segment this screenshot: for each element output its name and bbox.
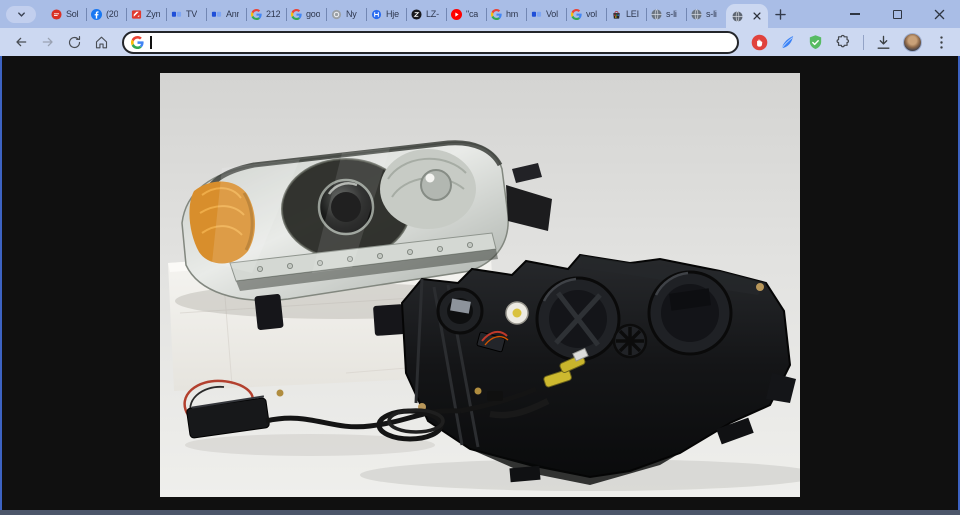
browser-tab[interactable]: TV bbox=[166, 0, 206, 28]
toolbar-divider bbox=[863, 34, 864, 50]
forward-arrow-icon bbox=[42, 37, 53, 47]
shield-check-extension-button[interactable] bbox=[807, 34, 824, 51]
back-arrow-icon bbox=[15, 37, 26, 47]
google-icon bbox=[571, 8, 582, 20]
hand-stop-extension-button[interactable] bbox=[751, 34, 768, 51]
blue-squares-icon bbox=[211, 9, 222, 20]
google-icon bbox=[291, 8, 302, 20]
reload-button[interactable] bbox=[62, 30, 87, 55]
home-icon bbox=[95, 36, 108, 48]
red-flag-icon bbox=[131, 9, 142, 20]
globe-icon bbox=[691, 8, 702, 20]
browser-tab[interactable]: hm bbox=[486, 0, 526, 28]
tab-title: Ny bbox=[346, 9, 357, 19]
kebab-menu-button[interactable] bbox=[933, 34, 950, 51]
tab-title: s-li bbox=[666, 9, 677, 19]
home-button[interactable] bbox=[89, 30, 114, 55]
plus-icon bbox=[774, 8, 786, 20]
tab-title: Hje bbox=[386, 9, 399, 19]
close-window-button[interactable] bbox=[918, 0, 960, 28]
download-button[interactable] bbox=[875, 34, 892, 51]
blue-squares-icon bbox=[531, 9, 542, 20]
browser-tab[interactable]: (20 bbox=[86, 0, 126, 28]
google-g-icon bbox=[131, 35, 144, 49]
close-icon bbox=[934, 9, 944, 19]
youtube-icon bbox=[451, 8, 462, 20]
browser-window: Sol (20 Zyn TV Anr 212 goo Ny Hje LZ- "c… bbox=[0, 0, 960, 515]
red-badge-icon bbox=[51, 8, 62, 20]
tab-title: Zyn bbox=[146, 9, 161, 19]
browser-tab[interactable]: vol bbox=[566, 0, 606, 28]
window-bottom-edge bbox=[0, 510, 960, 515]
facebook-icon bbox=[91, 8, 102, 20]
tab-title: LZ- bbox=[426, 9, 439, 19]
browser-tab[interactable]: Sol bbox=[46, 0, 86, 28]
tab-title: vol bbox=[586, 9, 597, 19]
browser-tab[interactable]: Anr bbox=[206, 0, 246, 28]
profile-avatar[interactable] bbox=[903, 32, 922, 52]
browser-tab[interactable]: "ca bbox=[446, 0, 486, 28]
tab-title: TV bbox=[186, 9, 198, 19]
product-photo-image bbox=[160, 73, 800, 497]
tab-close-icon[interactable] bbox=[752, 11, 762, 21]
browser-tab[interactable]: s-li bbox=[686, 0, 726, 28]
maximize-icon bbox=[892, 9, 902, 19]
tab-search-button[interactable] bbox=[6, 5, 36, 23]
tab-title: (20 bbox=[106, 9, 119, 19]
tabs: Sol (20 Zyn TV Anr 212 goo Ny Hje LZ- "c… bbox=[46, 0, 768, 28]
feather-extension-button[interactable] bbox=[779, 34, 796, 51]
toolbar-right bbox=[751, 32, 952, 52]
browser-tab[interactable]: Vol bbox=[526, 0, 566, 28]
tab-title: 212 bbox=[266, 9, 281, 19]
puzzle-extensions-button[interactable] bbox=[835, 34, 852, 51]
forward-button[interactable] bbox=[35, 30, 60, 55]
maximize-button[interactable] bbox=[876, 0, 918, 28]
tab-title: LEI bbox=[626, 9, 639, 19]
minimize-button[interactable] bbox=[834, 0, 876, 28]
shopping-bag-icon bbox=[611, 9, 622, 20]
chevron-down-icon bbox=[17, 11, 25, 17]
tab-title: Vol bbox=[546, 9, 558, 19]
browser-tab[interactable]: Ny bbox=[326, 0, 366, 28]
browser-tab[interactable]: Hje bbox=[366, 0, 406, 28]
window-controls bbox=[834, 0, 960, 28]
globe-icon bbox=[732, 10, 743, 22]
reload-icon bbox=[68, 35, 81, 48]
dark-logo-icon bbox=[411, 8, 422, 20]
blue-squares-icon bbox=[171, 9, 182, 20]
back-button[interactable] bbox=[8, 30, 33, 55]
tab-title: Sol bbox=[66, 9, 79, 19]
google-icon bbox=[251, 8, 262, 20]
globe-icon bbox=[651, 8, 662, 20]
page-content bbox=[0, 56, 960, 510]
browser-tab[interactable]: LZ- bbox=[406, 0, 446, 28]
tab-title: s-li bbox=[706, 9, 717, 19]
new-tab-button[interactable] bbox=[768, 2, 792, 26]
browser-tab[interactable]: s-li bbox=[646, 0, 686, 28]
toolbar bbox=[0, 28, 960, 56]
text-caret bbox=[150, 35, 152, 49]
tab-title: goo bbox=[306, 9, 321, 19]
minimize-icon bbox=[850, 13, 860, 15]
address-bar[interactable] bbox=[122, 30, 739, 54]
tab-title: Anr bbox=[226, 9, 240, 19]
google-icon bbox=[491, 8, 502, 20]
tab-strip: Sol (20 Zyn TV Anr 212 goo Ny Hje LZ- "c… bbox=[0, 0, 960, 28]
browser-tab[interactable]: goo bbox=[286, 0, 326, 28]
browser-tab-active[interactable] bbox=[726, 4, 768, 28]
browser-tab[interactable]: Zyn bbox=[126, 0, 166, 28]
tab-title: "ca bbox=[466, 9, 479, 19]
tab-title: hm bbox=[506, 9, 519, 19]
chrome-gray-icon bbox=[331, 9, 342, 20]
browser-tab[interactable]: 212 bbox=[246, 0, 286, 28]
browser-tab[interactable]: LEI bbox=[606, 0, 646, 28]
blue-logo-icon bbox=[371, 9, 382, 20]
